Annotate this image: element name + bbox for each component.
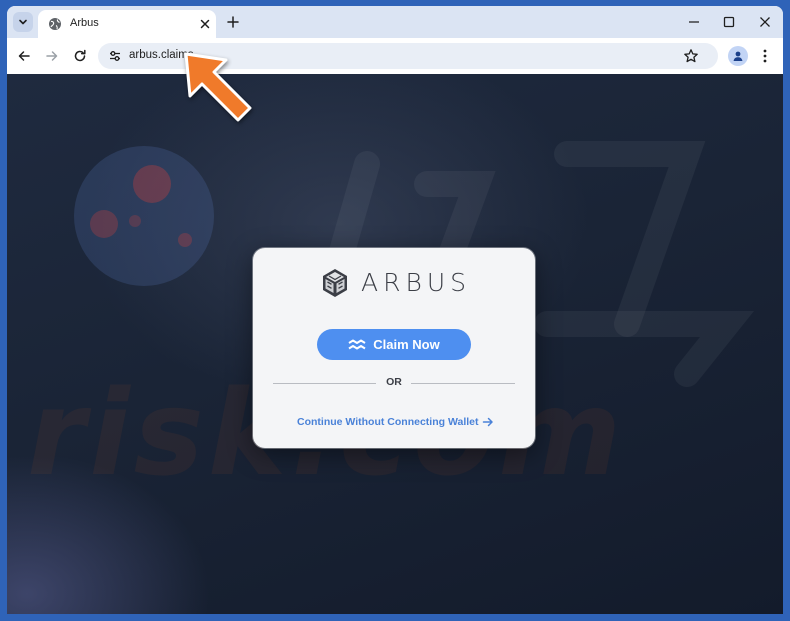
arrow-right-icon: [482, 417, 493, 427]
tune-icon[interactable]: [108, 49, 122, 63]
close-icon[interactable]: [198, 17, 212, 31]
reload-icon[interactable]: [72, 48, 88, 64]
profile-button[interactable]: [728, 46, 748, 66]
arrow-left-icon[interactable]: [16, 48, 32, 64]
watermark-magnifier-logo: [74, 146, 214, 286]
person-icon: [733, 51, 743, 61]
claim-card: ARBUS Claim Now OR Continue Without Conn…: [253, 248, 535, 448]
continue-link-label: Continue Without Connecting Wallet: [297, 416, 479, 428]
divider-right: [411, 383, 515, 384]
tab-search-button[interactable]: [13, 12, 33, 32]
plus-icon[interactable]: [225, 14, 241, 30]
arrow-right-icon[interactable]: [44, 48, 60, 64]
minimize-icon[interactable]: [686, 14, 702, 30]
tab-title: Arbus: [70, 17, 99, 29]
claim-now-button[interactable]: Claim Now: [317, 329, 471, 360]
logo-text: ARBUS: [361, 268, 472, 297]
close-icon[interactable]: [757, 14, 773, 30]
page-viewport: risk.com ARBUS Claim Now OR: [7, 74, 783, 614]
or-divider-label: OR: [386, 376, 402, 388]
claim-now-label: Claim Now: [373, 337, 440, 352]
continue-without-wallet-link[interactable]: Continue Without Connecting Wallet: [297, 416, 494, 428]
chevron-down-icon: [19, 19, 27, 25]
kebab-icon[interactable]: [759, 48, 771, 64]
globe-icon: [49, 18, 61, 30]
annotation-arrow: [184, 52, 252, 122]
waves-icon: [348, 339, 366, 349]
browser-window: Arbus arbus.claims ARBUS Claim Now OR Co…: [7, 6, 783, 614]
cube-logo-icon: [323, 269, 347, 297]
star-icon[interactable]: [683, 48, 699, 64]
tab-strip: Arbus: [7, 6, 783, 38]
browser-toolbar: arbus.claims: [7, 38, 783, 74]
maximize-icon[interactable]: [721, 14, 737, 30]
tab-arbus[interactable]: Arbus: [38, 10, 216, 38]
